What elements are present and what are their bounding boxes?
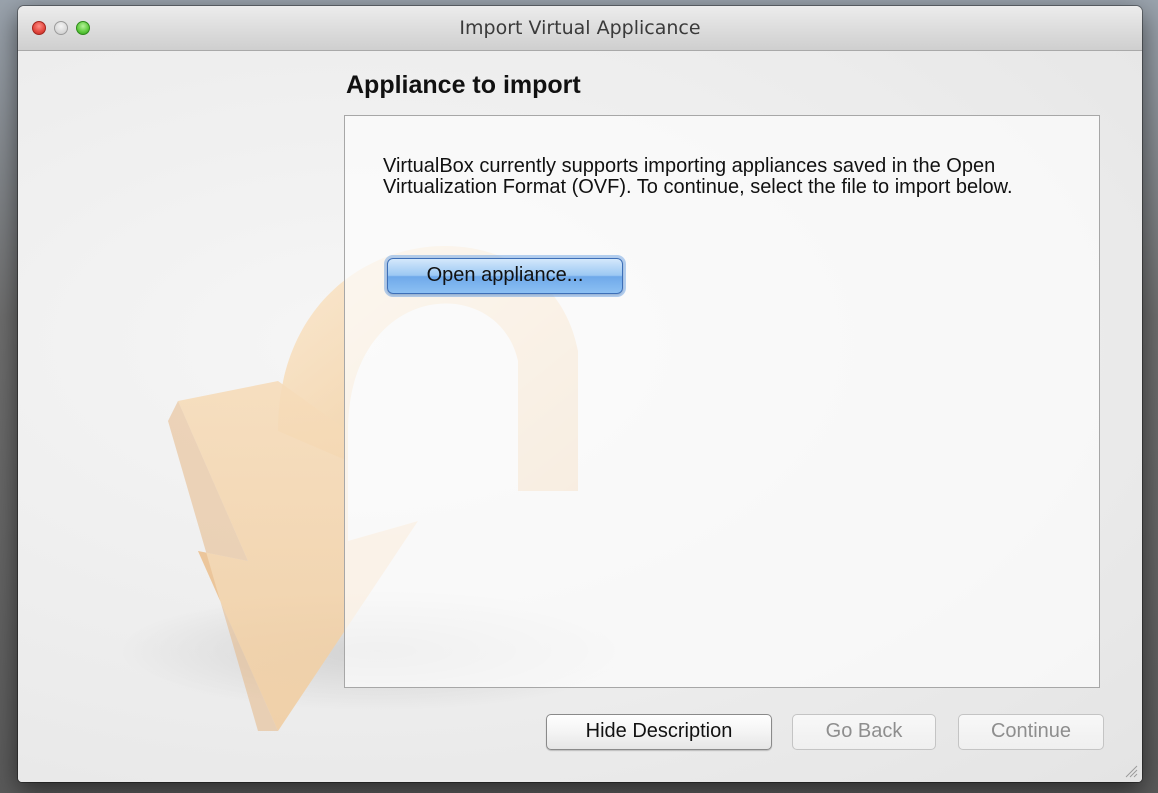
resize-grip-icon[interactable] xyxy=(1124,764,1138,778)
import-appliance-window: Import Virtual Applicance Appliance to i… xyxy=(18,6,1142,782)
page-title: Appliance to import xyxy=(346,71,581,99)
description-text: VirtualBox currently supports importing … xyxy=(383,155,1013,198)
title-bar[interactable]: Import Virtual Applicance xyxy=(18,6,1142,51)
continue-button[interactable]: Continue xyxy=(958,714,1104,750)
open-appliance-button[interactable]: Open appliance... xyxy=(387,258,623,294)
wizard-content: Appliance to import VirtualBox currently… xyxy=(18,51,1142,782)
window-title: Import Virtual Applicance xyxy=(459,17,701,39)
go-back-button[interactable]: Go Back xyxy=(792,714,936,750)
hide-description-button[interactable]: Hide Description xyxy=(546,714,772,750)
description-panel: VirtualBox currently supports importing … xyxy=(344,115,1100,688)
